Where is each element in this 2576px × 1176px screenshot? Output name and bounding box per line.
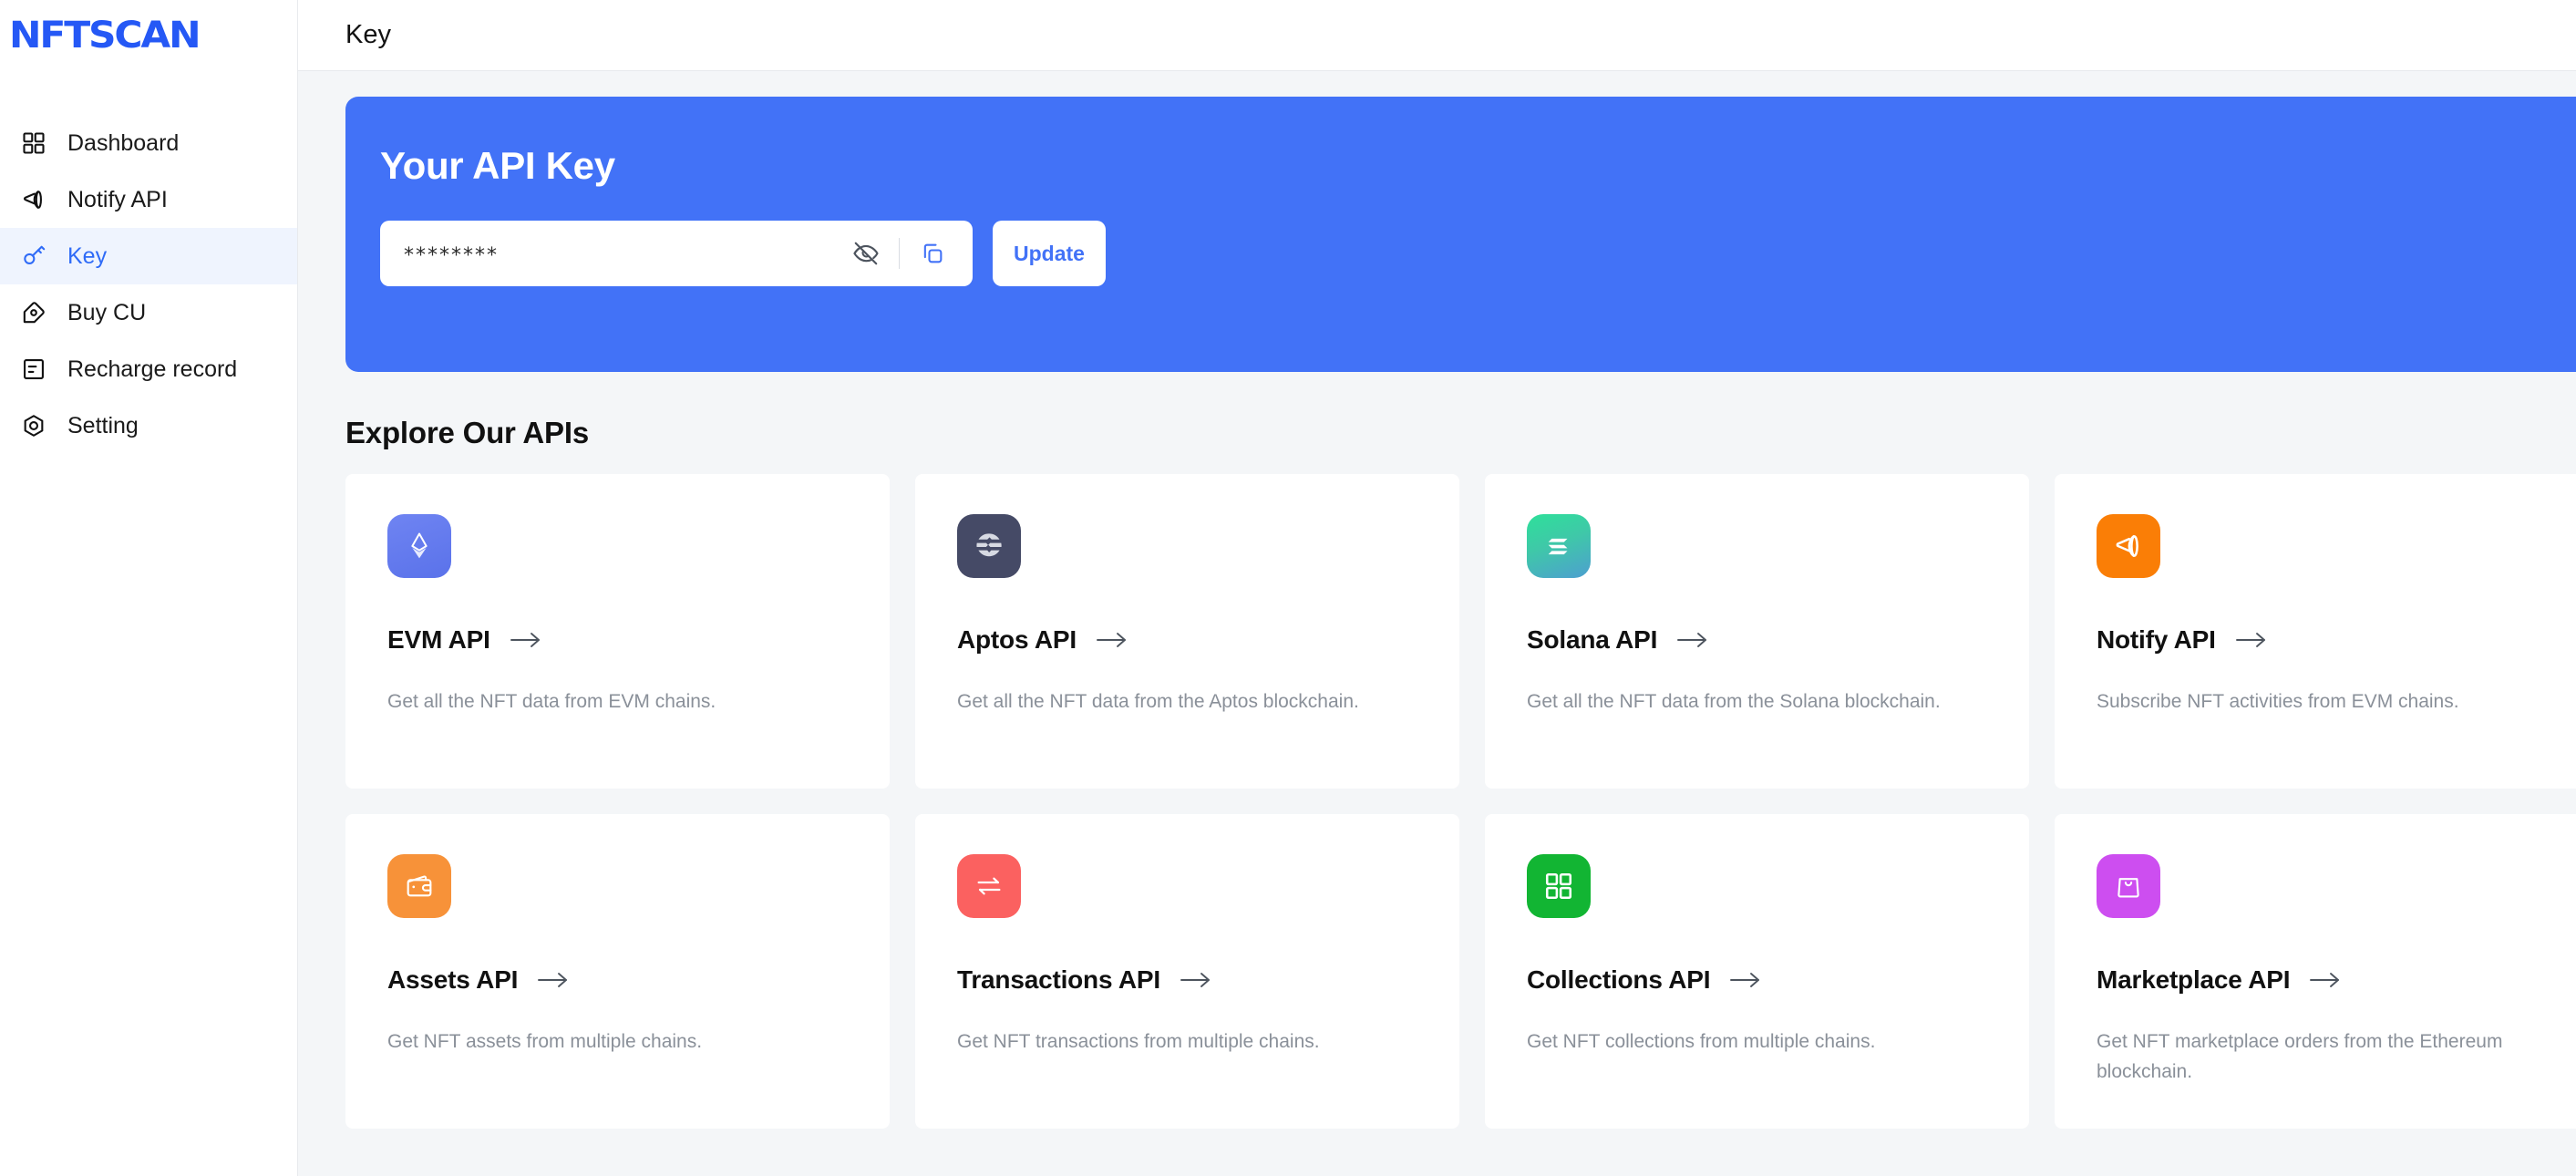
api-card-header: Solana API [1527, 625, 1987, 655]
grid-icon [20, 129, 47, 157]
api-card-marketplace-api[interactable]: Marketplace API Get NFT marketplace order… [2055, 814, 2576, 1129]
megaphone-icon [20, 186, 47, 213]
api-card-title: Aptos API [957, 625, 1077, 654]
tag-icon [20, 299, 47, 326]
api-key-input-wrapper[interactable]: ******** [380, 221, 973, 286]
sidebar-item-label: Setting [67, 412, 139, 438]
api-card-header: Collections API [1527, 965, 1987, 995]
arrow-right-icon [1095, 630, 1129, 650]
api-card-evm-api[interactable]: EVM API Get all the NFT data from EVM cha… [345, 474, 890, 789]
api-card-description: Get NFT assets from multiple chains. [387, 1031, 703, 1052]
api-key-row: ******** Update [380, 221, 2576, 286]
api-card-header: Assets API [387, 965, 848, 995]
sidebar-nav: Dashboard Notify API Key Buy CU Recharge rec… [0, 115, 297, 454]
transfer-arrows-icon [957, 854, 1021, 918]
sidebar-item-label: Dashboard [67, 129, 180, 156]
api-card-title: Solana API [1527, 625, 1658, 654]
main-area: Key Your API Key ******** Update Explore… [298, 0, 2576, 1176]
api-card-title: Transactions API [957, 965, 1160, 994]
api-card-header: EVM API [387, 625, 848, 655]
brand-logo-text: NFTSCAN [9, 15, 201, 57]
megaphone-icon [2097, 514, 2160, 578]
shopping-bag-icon [2097, 854, 2160, 918]
api-card-description: Get NFT marketplace orders from the Ethe… [2097, 1031, 2503, 1082]
arrow-right-icon [2234, 630, 2269, 650]
sidebar-item-buy-cu[interactable]: Buy CU [0, 284, 297, 341]
aptos-icon [957, 514, 1021, 578]
arrow-right-icon [1728, 970, 1763, 990]
api-card-header: Transactions API [957, 965, 1417, 995]
api-card-header: Aptos API [957, 625, 1417, 655]
top-bar: Key [298, 0, 2576, 71]
sidebar: NFTSCAN Dashboard Notify API Key Buy CU Rech… [0, 0, 298, 1176]
api-card-notify-api[interactable]: Notify API Subscribe NFT activities from … [2055, 474, 2576, 789]
sidebar-item-dashboard[interactable]: Dashboard [0, 115, 297, 171]
content-area: Your API Key ******** Update Explore Our… [298, 71, 2576, 1176]
brand-logo[interactable]: NFTSCAN [0, 0, 297, 71]
api-card-transactions-api[interactable]: Transactions API Get NFT transactions fro… [915, 814, 1459, 1129]
ethereum-icon [387, 514, 451, 578]
arrow-right-icon [536, 970, 571, 990]
copy-icon[interactable] [914, 235, 951, 272]
api-card-header: Notify API [2097, 625, 2557, 655]
api-key-banner: Your API Key ******** Update [345, 97, 2576, 372]
api-card-description: Get NFT collections from multiple chains… [1527, 1031, 1876, 1052]
api-card-description: Get NFT transactions from multiple chain… [957, 1031, 1320, 1052]
api-card-description: Subscribe NFT activities from EVM chains… [2097, 691, 2459, 712]
api-card-title: Collections API [1527, 965, 1711, 994]
api-card-title: Notify API [2097, 625, 2216, 654]
api-card-grid: EVM API Get all the NFT data from EVM cha… [345, 474, 2576, 1129]
api-card-title: Marketplace API [2097, 965, 2291, 994]
receipt-icon [20, 356, 47, 383]
arrow-right-icon [509, 630, 543, 650]
sidebar-item-recharge-record[interactable]: Recharge record [0, 341, 297, 397]
sidebar-item-label: Notify API [67, 186, 168, 212]
api-card-collections-api[interactable]: Collections API Get NFT collections from … [1485, 814, 2029, 1129]
sidebar-item-label: Recharge record [67, 356, 238, 382]
gear-icon [20, 412, 47, 439]
page-title: Key [345, 20, 391, 49]
api-card-assets-api[interactable]: Assets API Get NFT assets from multiple c… [345, 814, 890, 1129]
sidebar-item-setting[interactable]: Setting [0, 397, 297, 454]
api-card-title: Assets API [387, 965, 519, 994]
api-card-description: Get all the NFT data from the Aptos bloc… [957, 691, 1359, 712]
sidebar-item-notify-api[interactable]: Notify API [0, 171, 297, 228]
wallet-icon [387, 854, 451, 918]
api-card-description: Get all the NFT data from the Solana blo… [1527, 691, 1941, 712]
solana-icon [1527, 514, 1591, 578]
api-card-solana-api[interactable]: Solana API Get all the NFT data from the … [1485, 474, 2029, 789]
sidebar-item-key[interactable]: Key [0, 228, 297, 284]
api-key-heading: Your API Key [380, 144, 615, 187]
api-card-aptos-api[interactable]: Aptos API Get all the NFT data from the A… [915, 474, 1459, 789]
grid-icon [1527, 854, 1591, 918]
arrow-right-icon [2308, 970, 2343, 990]
api-card-title: EVM API [387, 625, 490, 654]
eye-off-icon[interactable] [848, 235, 884, 272]
sidebar-item-label: Key [67, 242, 108, 269]
app-root: NFTSCAN Dashboard Notify API Key Buy CU Rech… [0, 0, 2576, 1176]
api-card-header: Marketplace API [2097, 965, 2557, 995]
key-icon [20, 242, 47, 270]
sidebar-item-label: Buy CU [67, 299, 147, 325]
api-key-input[interactable]: ******** [404, 241, 848, 266]
api-card-description: Get all the NFT data from EVM chains. [387, 691, 716, 712]
explore-heading: Explore Our APIs [345, 416, 589, 449]
arrow-right-icon [1179, 970, 1213, 990]
arrow-right-icon [1675, 630, 1710, 650]
input-divider [899, 238, 900, 269]
update-button[interactable]: Update [993, 221, 1106, 286]
